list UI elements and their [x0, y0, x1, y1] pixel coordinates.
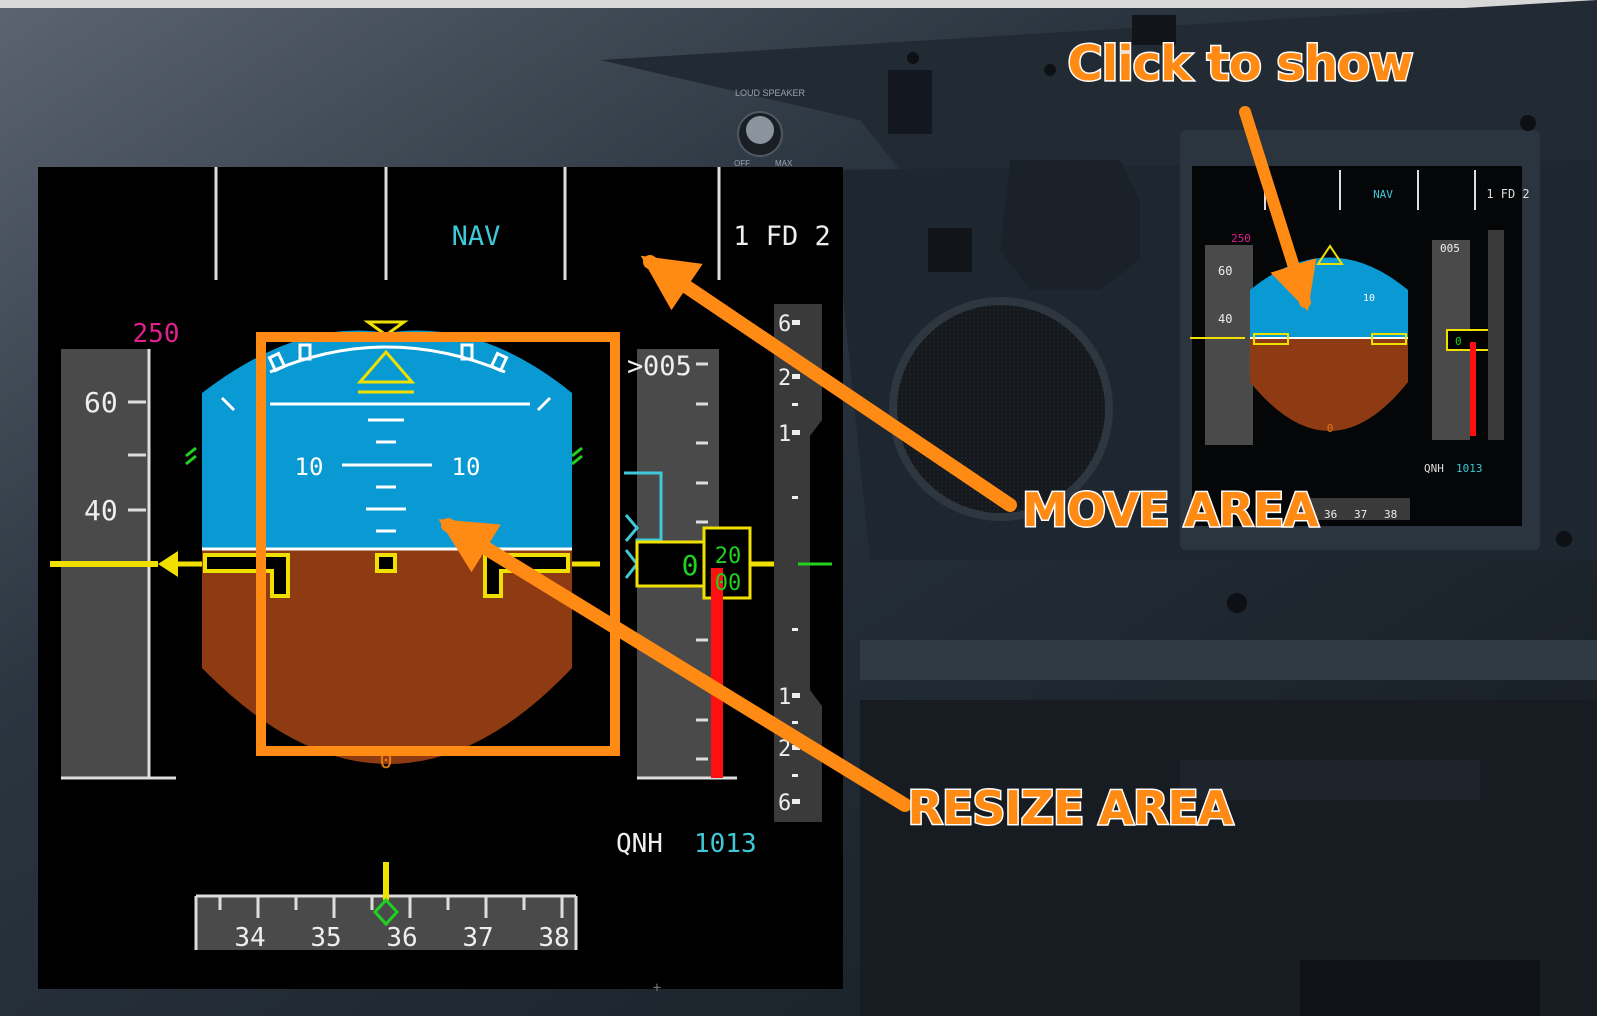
mini-qnh-label: QNH [1424, 462, 1444, 475]
vs-tick-label: 1 [778, 422, 791, 447]
vs-tick-label: 2 [778, 366, 791, 391]
click-to-show-label: Click to show [1068, 36, 1413, 92]
mini-pfd[interactable]: NAV 1 FD 2 250 60 40 10 0 005 0 QNH 1013… [1190, 166, 1530, 526]
mini-alt-target: 005 [1440, 242, 1460, 255]
mini-fma-fd: 1 FD 2 [1486, 187, 1529, 201]
speed-tick-label: 60 [84, 386, 118, 419]
heading-tick-label: 36 [386, 923, 417, 953]
mini-speed-tick: 60 [1218, 264, 1232, 278]
heading-tick-label: 37 [462, 923, 493, 953]
fma-fd-status: 1 FD 2 [733, 221, 831, 252]
speed-target: 250 [133, 319, 180, 349]
loudspeaker-off-label: OFF [734, 159, 750, 168]
altitude-current: 0 [682, 549, 699, 582]
heading-tick-label: 35 [310, 923, 341, 953]
speed-tick-label: 40 [84, 494, 118, 527]
move-area-label: MOVE AREA [1022, 483, 1319, 537]
altitude-current-small-top: 20 [715, 544, 742, 569]
pfd-popup-window[interactable]: NAV 1 FD 2 250 60 40 10 10 0 > 005 0 20 … [38, 167, 843, 996]
mini-heading-tick: 38 [1384, 508, 1397, 521]
mini-alt-current: 0 [1455, 335, 1462, 348]
loudspeaker-label: LOUD SPEAKER [735, 88, 806, 98]
mini-heading-tick: 36 [1324, 508, 1337, 521]
heading-tick-label: 38 [538, 923, 569, 953]
mini-heading-tick: 37 [1354, 508, 1367, 521]
resize-plus-icon[interactable]: + [653, 980, 661, 996]
mini-speed-tick: 40 [1218, 312, 1232, 326]
altitude-target-prefix: > [627, 351, 643, 382]
fma-lateral-mode: NAV [452, 221, 501, 252]
vs-tick-label: 6 [778, 312, 791, 337]
qnh-value: 1013 [694, 829, 757, 859]
mini-qnh-value: 1013 [1456, 462, 1483, 475]
altitude-current-small-bottom: 00 [715, 571, 742, 596]
heading-tick-label: 34 [234, 923, 265, 953]
loudspeaker-max-label: MAX [775, 159, 793, 168]
vs-tick-label: 6 [778, 791, 791, 816]
mini-vs-scale [1488, 230, 1504, 440]
resize-area-label: RESIZE AREA [908, 781, 1234, 835]
pitch-label-right: 10 [452, 453, 481, 481]
vs-tick-label: 1 [778, 685, 791, 710]
qnh-label: QNH [616, 829, 663, 859]
mini-heading-marker: 0 [1327, 422, 1334, 435]
pitch-label-left: 10 [295, 453, 324, 481]
mini-speed-target: 250 [1231, 232, 1251, 245]
cockpit-scene: LOUD SPEAKER OFF MAX NAV 1 FD 2 250 60 4… [0, 0, 1597, 1016]
mini-fma-nav: NAV [1373, 188, 1393, 201]
mini-pitch-label: 10 [1363, 293, 1375, 304]
altitude-target: 005 [643, 351, 692, 382]
